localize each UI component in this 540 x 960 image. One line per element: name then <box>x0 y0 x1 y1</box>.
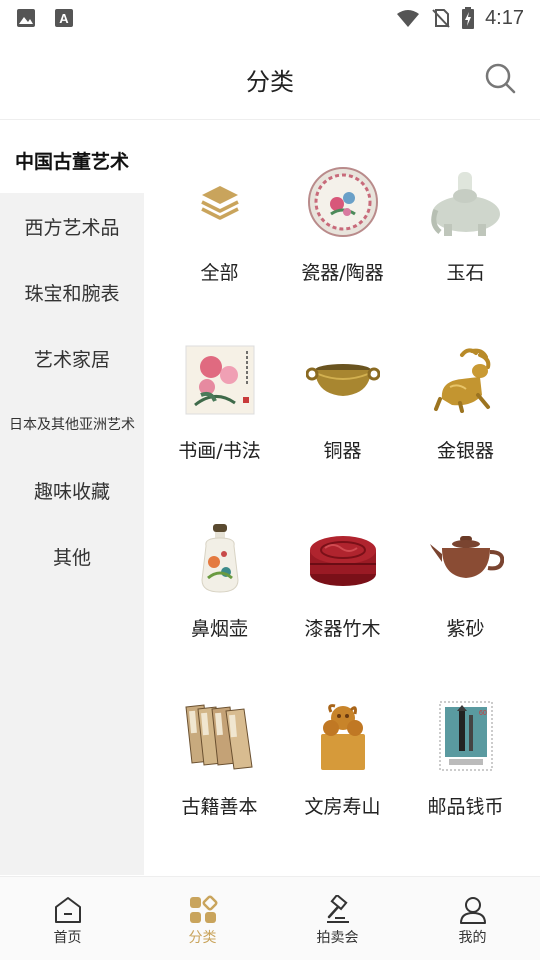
layers-icon <box>200 186 239 220</box>
wifi-icon <box>397 10 420 27</box>
category-grid: 全部 瓷器/陶器 玉石 书画/书法 铜器 金银器 鼻烟壶 漆器竹木 紫砂 古籍善… <box>158 140 528 852</box>
nav-label: 拍卖会 <box>316 930 359 946</box>
bottom-nav: 首页 分类 拍卖会 我的 <box>0 876 540 960</box>
category-sidebar: 中国古董艺术 西方艺术品 珠宝和腕表 艺术家居 日本及其他亚洲艺术 趣味收藏 其… <box>0 127 144 875</box>
category-label: 书画/书法 <box>178 440 261 462</box>
gavel-icon <box>326 895 349 923</box>
status-bar: A 4:17 <box>0 0 540 36</box>
snuff-bottle-image <box>200 524 239 593</box>
lacquer-box-image <box>309 536 376 586</box>
home-icon <box>54 897 81 923</box>
svg-text:60: 60 <box>479 710 487 717</box>
category-all[interactable]: 全部 <box>158 140 281 318</box>
battery-charging-icon <box>462 7 475 29</box>
status-time: 4:17 <box>485 6 524 29</box>
sidebar-item-fun-collectibles[interactable]: 趣味收藏 <box>0 457 144 523</box>
teapot-image <box>429 536 504 578</box>
seal-stone-image <box>320 704 365 770</box>
category-label: 紫砂 <box>446 618 485 640</box>
category-zisha[interactable]: 紫砂 <box>404 496 527 674</box>
category-label: 文房寿山 <box>304 796 381 818</box>
category-label: 金银器 <box>436 440 494 462</box>
search-icon[interactable] <box>484 62 516 94</box>
porcelain-plate-image <box>307 167 378 237</box>
bronze-censer-image <box>305 364 380 396</box>
category-jade[interactable]: 玉石 <box>404 140 527 318</box>
category-gold-silver[interactable]: 金银器 <box>404 318 527 496</box>
category-snuff-bottle[interactable]: 鼻烟壶 <box>158 496 281 674</box>
sidebar-item-other[interactable]: 其他 <box>0 523 144 589</box>
category-icon <box>189 895 217 923</box>
svg-text:A: A <box>59 11 69 26</box>
user-icon <box>459 897 486 924</box>
gold-deer-image <box>433 348 490 413</box>
category-label: 鼻烟壶 <box>190 618 248 640</box>
jade-elephant-image <box>430 172 500 236</box>
stamp-image: 60 <box>439 701 492 771</box>
category-label: 漆器竹木 <box>304 618 381 640</box>
category-label: 全部 <box>200 262 239 284</box>
nav-category[interactable]: 分类 <box>135 877 270 960</box>
category-label: 瓷器/陶器 <box>301 262 384 284</box>
category-porcelain[interactable]: 瓷器/陶器 <box>281 140 404 318</box>
sidebar-item-western-art[interactable]: 西方艺术品 <box>0 193 144 259</box>
text-a-icon: A <box>55 9 73 27</box>
nav-auction[interactable]: 拍卖会 <box>270 877 405 960</box>
category-bronze[interactable]: 铜器 <box>281 318 404 496</box>
sidebar-item-art-home[interactable]: 艺术家居 <box>0 325 144 391</box>
sidebar-item-jewelry-watches[interactable]: 珠宝和腕表 <box>0 259 144 325</box>
image-icon <box>17 9 35 27</box>
sidebar-item-japan-asia[interactable]: 日本及其他亚洲艺术 <box>0 391 144 457</box>
painting-image <box>185 345 254 415</box>
header: 分类 <box>0 36 540 120</box>
category-ancient-books[interactable]: 古籍善本 <box>158 674 281 852</box>
nav-label: 我的 <box>458 930 487 946</box>
category-label: 玉石 <box>446 262 485 284</box>
sidebar-item-chinese-antiques[interactable]: 中国古董艺术 <box>0 127 144 193</box>
no-sim-icon <box>432 9 450 28</box>
category-study-seal[interactable]: 文房寿山 <box>281 674 404 852</box>
nav-home[interactable]: 首页 <box>0 877 135 960</box>
category-painting[interactable]: 书画/书法 <box>158 318 281 496</box>
category-label: 邮品钱币 <box>427 796 504 818</box>
nav-mine[interactable]: 我的 <box>405 877 540 960</box>
nav-label: 分类 <box>188 930 217 946</box>
ancient-books-image <box>184 704 253 770</box>
nav-label: 首页 <box>53 930 82 946</box>
page-title: 分类 <box>246 68 294 96</box>
category-label: 铜器 <box>323 440 362 462</box>
category-lacquer[interactable]: 漆器竹木 <box>281 496 404 674</box>
category-label: 古籍善本 <box>181 796 258 818</box>
category-stamps-coins[interactable]: 60 邮品钱币 <box>404 674 527 852</box>
